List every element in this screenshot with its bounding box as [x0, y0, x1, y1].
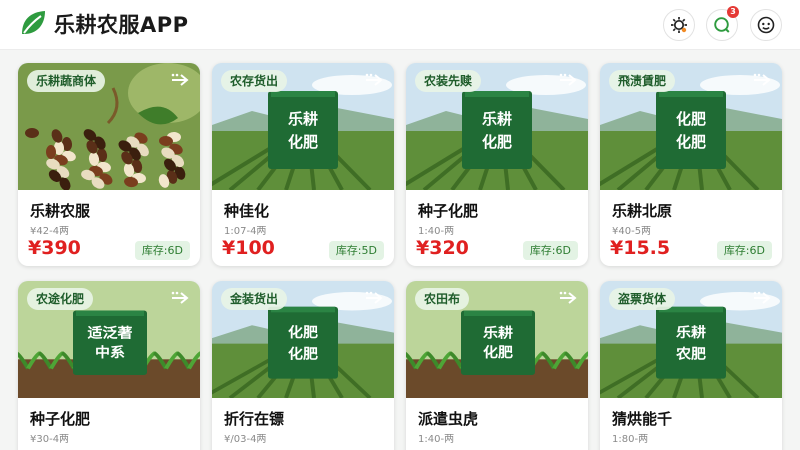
product-image[interactable]: 化肥 化肥 飛渍賃肥: [600, 63, 782, 190]
product-price: ¥100: [222, 237, 275, 259]
product-image[interactable]: 适泛著中系 农途化肥: [18, 281, 200, 398]
product-spec: 1:80-两: [612, 434, 649, 445]
product-name: 猜烘能千: [612, 410, 673, 428]
product-price: ¥15.5: [610, 237, 671, 259]
profile-icon: [757, 16, 775, 34]
product-tag: 盗票货体: [609, 288, 676, 310]
app-header: 乐耕农服APP 3: [0, 0, 800, 50]
product-spec: ¥40-5两: [612, 226, 652, 237]
stock-badge: 库存:6D: [522, 241, 578, 260]
product-spec: 1:40-两: [418, 434, 455, 445]
product-card[interactable]: 乐耕化肥 农存货出种佳化 1:07-4两 ¥100 库存:5D: [212, 63, 394, 266]
product-card[interactable]: 化肥 化肥 金装货出 折行在镖 ¥/03-4两: [212, 281, 394, 450]
product-card[interactable]: 化肥 化肥 飛渍賃肥 乐耕北原 ¥40-5两 ¥15.5 库存:6D: [600, 63, 782, 266]
messages-button[interactable]: 3: [706, 6, 739, 41]
share-icon[interactable]: [752, 72, 774, 88]
share-icon[interactable]: [170, 290, 192, 306]
product-image[interactable]: 乐耕化肥 农存货出: [212, 63, 394, 190]
product-tag: 农装先赎: [415, 70, 482, 92]
settings-icon: [671, 17, 687, 33]
svg-text:乐耕: 乐耕: [676, 324, 707, 341]
svg-text:乐耕: 乐耕: [288, 110, 318, 128]
product-tag: 农存货出: [221, 70, 288, 92]
svg-text:化肥: 化肥: [288, 133, 318, 151]
product-spec: ¥/03-4两: [224, 434, 267, 445]
product-name: 乐耕北原: [612, 202, 673, 220]
product-price: ¥390: [28, 237, 81, 259]
svg-text:乐耕: 乐耕: [482, 110, 512, 128]
svg-text:化肥: 化肥: [288, 324, 319, 341]
product-tag: 农田布: [415, 288, 470, 310]
svg-text:化肥: 化肥: [288, 345, 319, 362]
product-price: ¥320: [416, 237, 469, 259]
svg-text:乐耕: 乐耕: [483, 324, 514, 341]
share-icon[interactable]: [558, 290, 580, 306]
product-grid: 乐耕蔬商体 乐耕农服 ¥42-4两 ¥390 库存:6D 乐耕 化肥 农存货出 种佳化 1:07-…: [0, 50, 800, 450]
svg-text:适泛著: 适泛著: [88, 324, 133, 341]
stock-badge: 库存:6D: [134, 241, 190, 260]
product-name: 折行在镖: [224, 410, 285, 428]
product-tag: 乐耕蔬商体: [27, 70, 106, 92]
leaf-logo-icon: [22, 11, 45, 34]
product-tag: 飛渍賃肥: [609, 70, 676, 92]
share-icon[interactable]: [364, 72, 386, 88]
product-card[interactable]: 乐耕化肥 农装先赎种子化肥 1:40-两 ¥320 库存:6D: [406, 63, 588, 266]
product-card[interactable]: 乐耕化肥 农田布派遣虫虎 1:40-两: [406, 281, 588, 450]
product-image[interactable]: 乐耕化肥 农装先赎: [406, 63, 588, 190]
product-image[interactable]: 乐耕农肥 盗票货体: [600, 281, 782, 398]
message-icon: [714, 17, 730, 33]
settings-button[interactable]: [663, 9, 695, 41]
product-card[interactable]: 乐耕农肥 盗票货体猜烘能千 1:80-两: [600, 281, 782, 450]
svg-text:化肥: 化肥: [482, 133, 512, 151]
profile-button[interactable]: [750, 9, 782, 41]
share-icon[interactable]: [558, 72, 580, 88]
product-card[interactable]: 乐耕蔬商体乐耕农服 ¥42-4两 ¥390 库存:6D: [18, 63, 200, 266]
product-name: 种子化肥: [418, 202, 479, 220]
product-tag: 农途化肥: [27, 288, 94, 310]
stock-badge: 库存:5D: [328, 241, 384, 260]
product-name: 种子化肥: [30, 410, 91, 428]
svg-text:化肥: 化肥: [676, 133, 706, 151]
svg-text:农肥: 农肥: [675, 345, 707, 362]
share-icon[interactable]: [752, 290, 774, 306]
product-name: 种佳化: [224, 202, 270, 220]
app-title: 乐耕农服APP: [54, 13, 189, 37]
stock-badge: 库存:6D: [716, 241, 772, 260]
product-tag: 金装货出: [221, 288, 288, 310]
share-icon[interactable]: [170, 72, 192, 88]
product-image[interactable]: 化肥 化肥 金装货出: [212, 281, 394, 398]
share-icon[interactable]: [364, 290, 386, 306]
product-spec: 1:40-两: [418, 226, 455, 237]
product-spec: ¥42-4两: [30, 226, 70, 237]
notification-badge: 3: [727, 6, 739, 18]
svg-text:化肥: 化肥: [483, 343, 514, 360]
product-name: 派遣虫虎: [418, 410, 479, 428]
product-spec: ¥30-4两: [30, 434, 70, 445]
product-image[interactable]: 乐耕蔬商体: [18, 63, 200, 190]
product-image[interactable]: 乐耕化肥 农田布: [406, 281, 588, 398]
svg-text:中系: 中系: [95, 343, 125, 360]
product-spec: 1:07-4两: [224, 226, 267, 237]
svg-text:化肥: 化肥: [676, 110, 706, 128]
product-card[interactable]: 适泛著中系 农途化肥种子化肥 ¥30-4两: [18, 281, 200, 450]
product-name: 乐耕农服: [30, 202, 91, 220]
